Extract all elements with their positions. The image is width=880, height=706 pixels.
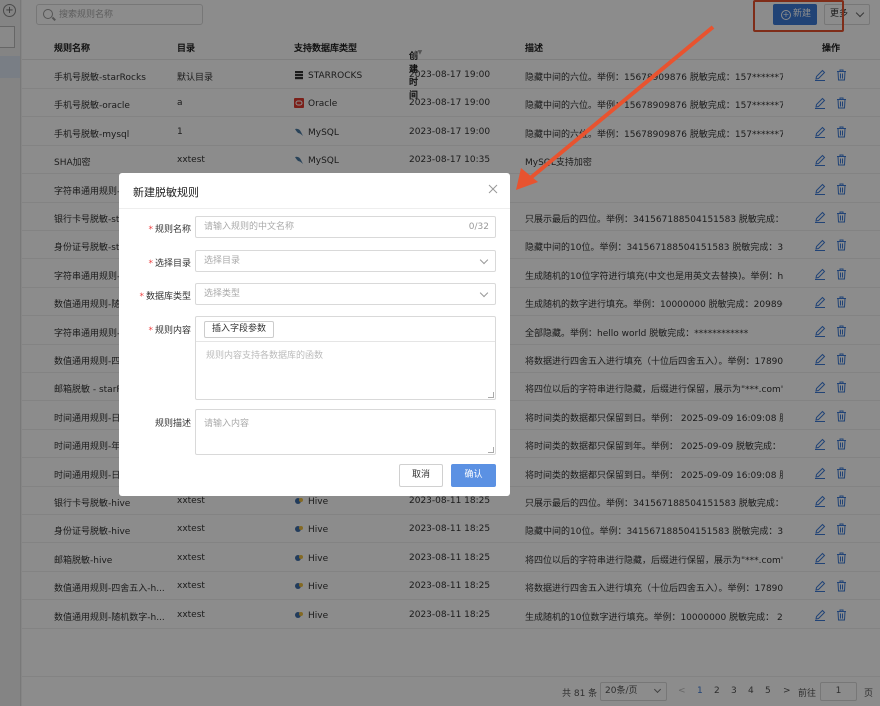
rule-name-placeholder: 请输入规则的中文名称 (204, 222, 295, 232)
directory-label: * 选择目录 (148, 259, 191, 269)
close-icon[interactable] (488, 184, 498, 194)
char-count: 0/32 (468, 222, 489, 232)
directory-select[interactable]: 选择目录 (195, 250, 496, 272)
db-type-label: * 数据库类型 (139, 292, 191, 302)
resize-handle[interactable] (488, 392, 494, 398)
rule-content-label: * 规则内容 (148, 326, 191, 336)
rule-desc-label: 规则描述 (154, 419, 191, 429)
chevron-down-icon (479, 255, 489, 265)
rule-desc-textarea[interactable]: 请输入内容 (195, 409, 496, 455)
resize-handle[interactable] (488, 447, 494, 453)
rule-content-textarea[interactable]: 规则内容支持各数据库的函数 (196, 341, 495, 399)
cancel-button[interactable]: 取消 (399, 464, 443, 487)
new-rule-dialog: 新建脱敏规则 * 规则名称 请输入规则的中文名称 0/32 * 选择目录 选择目录 … (119, 173, 510, 496)
rule-content-area: 插入字段参数 规则内容支持各数据库的函数 (195, 316, 496, 400)
db-type-select[interactable]: 选择类型 (195, 283, 496, 305)
dialog-title: 新建脱敏规则 (133, 186, 199, 199)
rule-desc-placeholder: 请输入内容 (204, 419, 250, 429)
db-type-placeholder: 选择类型 (204, 289, 241, 299)
rule-name-label: * 规则名称 (148, 225, 191, 235)
insert-field-param-button[interactable]: 插入字段参数 (204, 321, 275, 338)
confirm-button[interactable]: 确认 (451, 464, 496, 487)
divider (119, 208, 510, 209)
rule-name-input[interactable]: 请输入规则的中文名称 0/32 (195, 216, 496, 238)
chevron-down-icon (479, 288, 489, 298)
directory-placeholder: 选择目录 (204, 256, 241, 266)
rule-content-placeholder: 规则内容支持各数据库的函数 (206, 351, 324, 361)
